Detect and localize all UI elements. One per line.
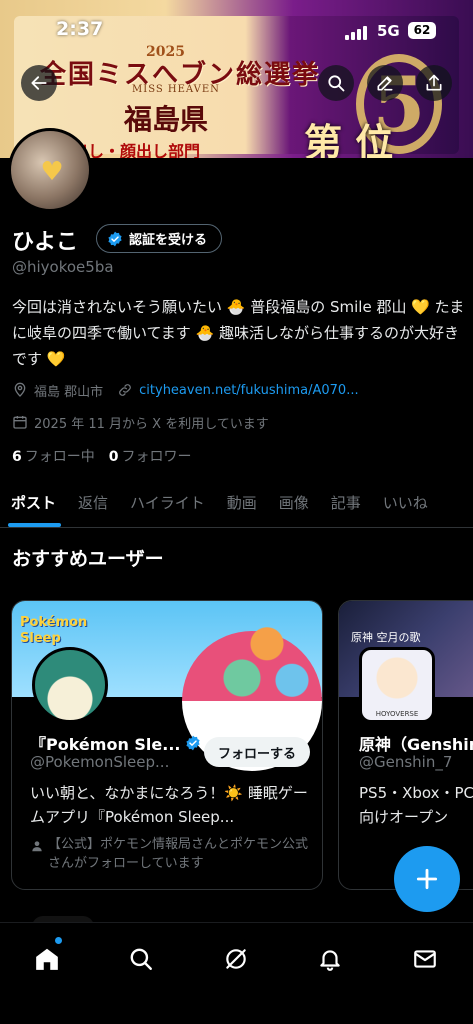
- card-cover-logo: 原神 空月の歌: [351, 631, 421, 644]
- edit-icon: [377, 76, 393, 91]
- back-button[interactable]: [21, 65, 57, 101]
- share-button[interactable]: [416, 65, 452, 101]
- card-description: いい朝と、なかまになろう！☀️ 睡眠ゲームアプリ『Pokémon Sleep..…: [30, 784, 308, 826]
- card-avatar[interactable]: [32, 647, 108, 723]
- follow-button[interactable]: フォローする: [204, 737, 311, 767]
- card-description: PS5・Xbox・PC 向けオープン: [359, 784, 473, 826]
- card-avatar-label: HOYOVERSE: [375, 710, 419, 718]
- edit-button[interactable]: [367, 65, 403, 101]
- share-icon: [426, 74, 442, 91]
- followers-link[interactable]: 0 フォロワー: [109, 446, 192, 466]
- arrow-left-icon: [31, 76, 47, 90]
- card-handle: @Genshin_7: [359, 753, 453, 771]
- card-social-text: 【公式】ポケモン情報局さんとポケモン公式さんがフォローしています: [48, 837, 309, 871]
- bell-icon: [320, 950, 340, 971]
- profile-handle: @hiyokoe5ba: [12, 258, 114, 276]
- verified-badge-icon: [185, 735, 200, 751]
- following-link[interactable]: 6 フォロー中: [12, 446, 95, 466]
- search-icon: [328, 75, 345, 92]
- nav-messages[interactable]: [403, 937, 447, 981]
- verified-badge-icon: [108, 231, 122, 246]
- pokemon-graphic: [212, 621, 312, 697]
- nav-search[interactable]: [119, 937, 163, 981]
- followers-count: 0: [108, 449, 119, 465]
- nav-home[interactable]: [25, 937, 69, 981]
- profile-tabs: ポスト 返信 ハイライト 動画 画像 記事 いいね: [0, 482, 473, 528]
- tab-likes[interactable]: いいね: [372, 482, 439, 527]
- tab-replies[interactable]: 返信: [67, 482, 119, 527]
- profile-bio: 今回は消されないそう願いたい 🐣 普段福島の Smile 郡山 💛 たまに岐阜の…: [12, 298, 465, 368]
- banner-rank-label: 第 位: [304, 120, 394, 158]
- profile-meta: 福島 郡山市 cityheaven.net/fukushima/A070...: [12, 380, 359, 400]
- card-cover-logo: Pokémon Sleep: [20, 615, 88, 646]
- notification-dot: [55, 937, 62, 944]
- search-icon: [130, 948, 152, 970]
- profile-joined-row: 2025 年 11 月から X を利用しています: [12, 412, 269, 432]
- following-count: 6: [12, 449, 22, 465]
- home-icon: [36, 948, 58, 970]
- network-type: 5G: [377, 22, 400, 40]
- link-icon: [119, 384, 132, 396]
- card-name-text: 『Pokémon Sle...: [30, 735, 181, 754]
- follow-stats: 6 フォロー中 0 フォロワー: [12, 446, 192, 466]
- mail-icon: [414, 950, 436, 968]
- person-icon: [32, 841, 42, 852]
- nav-notifications[interactable]: [308, 937, 352, 981]
- battery-icon: 62: [408, 22, 436, 39]
- recommended-user-card[interactable]: 原神 空月の歌 HOYOVERSE 原神（Genshin @Genshin_7 …: [338, 600, 473, 890]
- profile-avatar[interactable]: ♥: [8, 128, 92, 212]
- tab-videos[interactable]: 動画: [216, 482, 268, 527]
- following-label: フォロー中: [24, 449, 95, 465]
- nav-grok[interactable]: [214, 937, 258, 981]
- status-time: 2:37: [56, 18, 104, 40]
- recommended-title: おすすめユーザー: [12, 548, 164, 570]
- card-handle: @PokemonSleep...: [30, 753, 170, 771]
- card-name: 原神（Genshin: [359, 735, 473, 754]
- compose-button[interactable]: [394, 846, 460, 912]
- location-icon: [14, 382, 26, 397]
- card-avatar[interactable]: HOYOVERSE: [359, 647, 435, 723]
- grok-icon: [226, 949, 246, 969]
- heart-icon: ♥: [40, 157, 64, 187]
- followers-label: フォロワー: [121, 449, 192, 465]
- profile-name: ひよこ: [12, 230, 79, 255]
- profile-website-link[interactable]: cityheaven.net/fukushima/A070...: [139, 383, 358, 398]
- profile-joined: 2025 年 11 月から X を利用しています: [34, 416, 269, 432]
- tab-posts[interactable]: ポスト: [0, 482, 67, 527]
- get-verified-label: 認証を受ける: [129, 233, 208, 248]
- recommended-user-card[interactable]: Pokémon Sleep 『Pokémon Sle... @PokemonSl…: [11, 600, 323, 890]
- signal-icon: [345, 26, 369, 40]
- banner-subtitle: MISS HEAVEN: [132, 84, 220, 95]
- profile-location: 福島 郡山市: [34, 384, 104, 400]
- banner-prefecture: 福島県: [124, 103, 209, 136]
- tab-articles[interactable]: 記事: [320, 482, 372, 527]
- plus-icon: [416, 868, 438, 890]
- tab-photos[interactable]: 画像: [268, 482, 320, 527]
- tab-highlights[interactable]: ハイライト: [119, 482, 216, 527]
- calendar-icon: [13, 416, 27, 429]
- bottom-navigation: [0, 922, 473, 1024]
- search-button[interactable]: [318, 65, 354, 101]
- card-name: 『Pokémon Sle...: [30, 731, 201, 755]
- status-bar: 2:37 5G 62: [0, 18, 473, 46]
- card-social-context: 【公式】ポケモン情報局さんとポケモン公式さんがフォローしています: [30, 835, 320, 873]
- get-verified-button[interactable]: 認証を受ける: [96, 224, 223, 253]
